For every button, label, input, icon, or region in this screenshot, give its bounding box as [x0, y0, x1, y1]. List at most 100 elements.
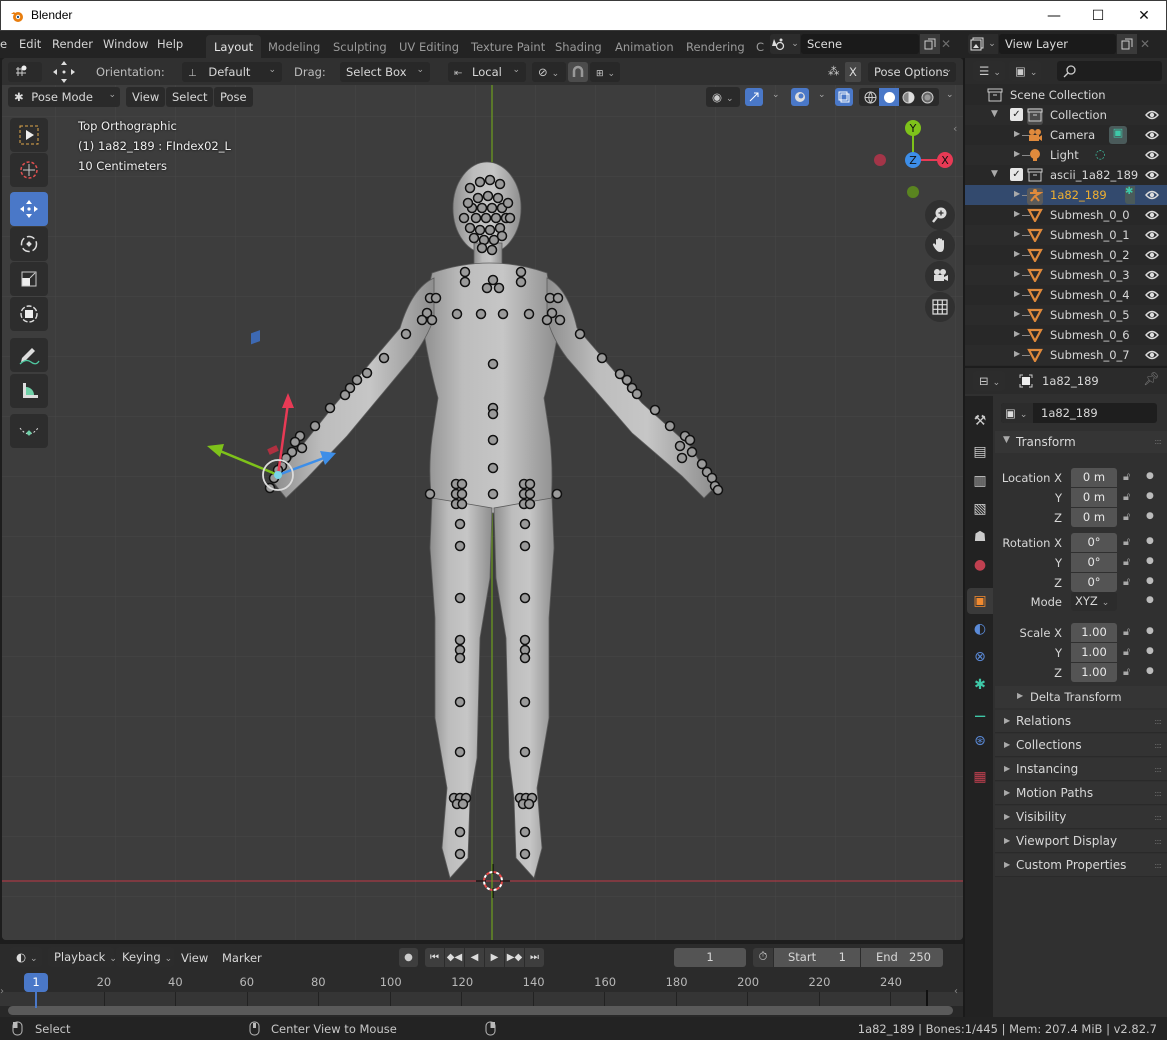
- tool-measure[interactable]: [10, 374, 48, 408]
- tab-uv-editing[interactable]: UV Editing: [391, 35, 467, 58]
- drag-grip-icon[interactable]: ::::: [1154, 765, 1162, 774]
- jump-prev-keyframe-button[interactable]: ◆◀: [445, 948, 464, 967]
- rotation-z-field[interactable]: 0°: [1071, 573, 1117, 592]
- world-tab[interactable]: ●: [967, 552, 993, 578]
- expand-arrow-icon[interactable]: ▶: [1014, 349, 1020, 358]
- lock-icon[interactable]: 🔓︎: [1123, 625, 1130, 639]
- overlays-options-chevron-icon[interactable]: ⌄: [818, 90, 826, 100]
- scene-tab[interactable]: ☗: [967, 524, 993, 550]
- tool-rotate[interactable]: [10, 227, 48, 261]
- visibility-eye-icon[interactable]: [1145, 169, 1159, 181]
- rotation-mode-dropdown[interactable]: XYZ ⌄: [1071, 592, 1117, 611]
- panel-collections[interactable]: ▶ Collections ::::: [995, 734, 1167, 757]
- visibility-eye-icon[interactable]: [1145, 109, 1159, 121]
- visibility-eye-icon[interactable]: [1145, 329, 1159, 341]
- location-y-field[interactable]: 0 m: [1071, 488, 1117, 507]
- minimize-button[interactable]: —: [1031, 1, 1077, 31]
- pose-options-dropdown[interactable]: Pose Options ⌄: [868, 62, 956, 82]
- constraints-tab[interactable]: ⊗: [967, 644, 993, 670]
- outliner-row[interactable]: ▶ Submesh_0_4: [965, 285, 1167, 305]
- tab-animation[interactable]: Animation: [607, 35, 682, 58]
- transform-gizmo[interactable]: [2, 58, 963, 940]
- scale-x-field[interactable]: 1.00: [1071, 623, 1117, 642]
- timeline-editor-type-dropdown[interactable]: ◐ ⌄: [10, 947, 42, 967]
- location-z-field[interactable]: 0 m: [1071, 508, 1117, 527]
- lock-icon[interactable]: 🔓︎: [1123, 665, 1130, 679]
- expand-arrow-icon[interactable]: ▶: [1014, 289, 1020, 298]
- shading-wireframe-button[interactable]: [861, 89, 879, 105]
- exclude-checkbox[interactable]: ✓: [1010, 108, 1023, 121]
- menu-edit[interactable]: Edit: [19, 37, 41, 51]
- close-button[interactable]: ✕: [1121, 1, 1167, 31]
- menu-view[interactable]: View: [126, 87, 166, 107]
- light-data-icon[interactable]: ◌: [1095, 147, 1105, 161]
- outliner-row[interactable]: ▼ ✓ Collection: [965, 105, 1167, 125]
- outliner-row[interactable]: ▶ Submesh_0_3: [965, 265, 1167, 285]
- object-name-field[interactable]: ▣ ⌄ 1a82_189: [1001, 403, 1157, 423]
- visibility-eye-icon[interactable]: [1145, 229, 1159, 241]
- tool-annotate[interactable]: [10, 338, 48, 372]
- expand-arrow-icon[interactable]: ▶: [1014, 329, 1020, 338]
- current-frame-field[interactable]: 1: [674, 948, 746, 967]
- keyframe-dot-icon[interactable]: ●: [1146, 491, 1154, 501]
- keyframe-dot-icon[interactable]: ●: [1146, 626, 1154, 636]
- tab-modeling[interactable]: Modeling: [260, 35, 328, 58]
- location-x-field[interactable]: 0 m: [1071, 468, 1117, 487]
- jump-to-end-button[interactable]: ⏭: [525, 948, 544, 967]
- gizmo-options-chevron-icon[interactable]: ⌄: [772, 90, 780, 100]
- scene-name-field[interactable]: Scene: [801, 34, 919, 54]
- tab-layout[interactable]: Layout: [206, 35, 262, 58]
- object-tab[interactable]: ▣: [967, 588, 993, 614]
- panel-relations[interactable]: ▶ Relations ::::: [995, 710, 1167, 733]
- view-layer-tab[interactable]: ▧: [967, 496, 993, 522]
- expand-arrow-icon[interactable]: ▶: [1014, 229, 1020, 238]
- disclosure-triangle-icon[interactable]: ▼: [991, 109, 998, 119]
- tool-scale[interactable]: [10, 262, 48, 296]
- menu-pose[interactable]: Pose: [214, 87, 253, 107]
- play-reverse-button[interactable]: ◀: [465, 948, 484, 967]
- panel-motion-paths[interactable]: ▶ Motion Paths ::::: [995, 782, 1167, 805]
- outliner-row[interactable]: ▶ Submesh_0_1: [965, 225, 1167, 245]
- outliner-row[interactable]: ▶ 1a82_189 ✱: [965, 185, 1167, 205]
- scale-z-field[interactable]: 1.00: [1071, 663, 1117, 682]
- visibility-eye-icon[interactable]: [1145, 149, 1159, 161]
- tab-compositing[interactable]: C: [748, 35, 772, 58]
- visibility-eye-icon[interactable]: [1145, 309, 1159, 321]
- lock-icon[interactable]: 🔓︎: [1123, 490, 1130, 504]
- disclosure-triangle-icon[interactable]: ▼: [991, 169, 998, 179]
- timeline-horizontal-scrollbar[interactable]: [8, 1006, 953, 1015]
- scene-selector-button[interactable]: ⌄: [770, 34, 800, 54]
- pin-icon[interactable]: 📌︎: [1143, 372, 1160, 387]
- lock-icon[interactable]: 🔓︎: [1123, 510, 1130, 524]
- tool-move[interactable]: [10, 192, 48, 226]
- expand-arrow-icon[interactable]: ▶: [1014, 149, 1020, 158]
- panel-visibility[interactable]: ▶ Visibility ::::: [995, 806, 1167, 829]
- end-frame-field[interactable]: End 250: [861, 948, 943, 967]
- keyframe-dot-icon[interactable]: ●: [1146, 595, 1154, 605]
- keyframe-dot-icon[interactable]: ●: [1146, 556, 1154, 566]
- snap-toggle-button[interactable]: [568, 62, 588, 82]
- visibility-eye-icon[interactable]: [1145, 209, 1159, 221]
- visibility-eye-icon[interactable]: [1145, 269, 1159, 281]
- render-tab[interactable]: ▤: [967, 439, 993, 465]
- drag-grip-icon[interactable]: ::::: [1154, 813, 1162, 822]
- outliner-row[interactable]: ▼ ✓ ascii_1a82_189: [965, 165, 1167, 185]
- view-layer-name-field[interactable]: View Layer: [999, 34, 1116, 54]
- panel-custom-properties[interactable]: ▶ Custom Properties ::::: [995, 854, 1167, 877]
- visibility-eye-icon[interactable]: [1145, 189, 1159, 201]
- shading-solid-button[interactable]: [879, 88, 899, 106]
- navigation-gizmo[interactable]: Y X Z: [866, 116, 956, 206]
- visibility-eye-icon[interactable]: [1145, 129, 1159, 141]
- lock-icon[interactable]: 🔓︎: [1123, 470, 1130, 484]
- panel-instancing[interactable]: ▶ Instancing ::::: [995, 758, 1167, 781]
- shading-material-button[interactable]: [899, 89, 918, 105]
- zoom-view-button[interactable]: [925, 200, 955, 230]
- tab-shading[interactable]: Shading: [547, 35, 610, 58]
- expand-channels-icon[interactable]: ›: [0, 986, 4, 997]
- outliner-search-input[interactable]: [1057, 61, 1162, 81]
- xray-toggle[interactable]: [835, 88, 853, 106]
- scale-y-field[interactable]: 1.00: [1071, 643, 1117, 662]
- tool-select-box[interactable]: [10, 118, 48, 152]
- drag-grip-icon[interactable]: ::::: [1154, 837, 1162, 846]
- tool-transform[interactable]: [10, 297, 48, 331]
